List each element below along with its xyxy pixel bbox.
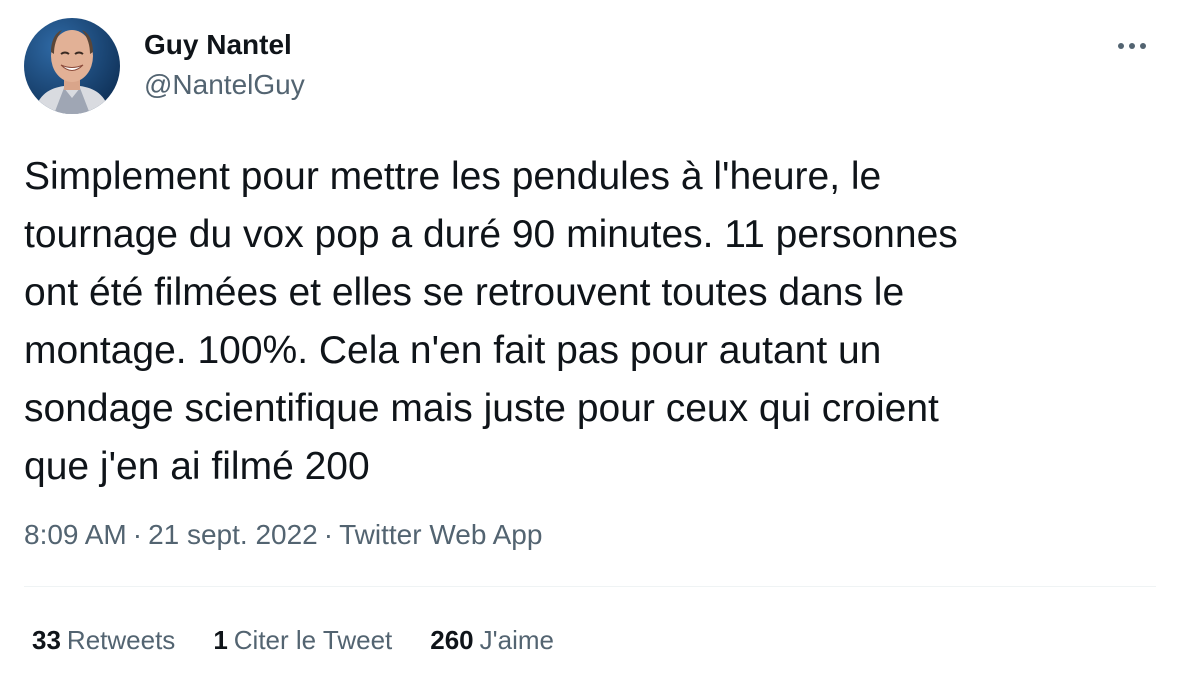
divider bbox=[24, 586, 1156, 587]
more-horizontal-icon bbox=[1118, 43, 1146, 49]
likes-stat[interactable]: 260 J'aime bbox=[430, 622, 554, 658]
separator-dot: · bbox=[323, 519, 334, 550]
author-display-name[interactable]: Guy Nantel bbox=[144, 28, 292, 62]
tweet-text: Simplement pour mettre les pendules à l'… bbox=[24, 155, 958, 488]
tweet-stats: 33 Retweets 1 Citer le Tweet 260 J'aime bbox=[32, 622, 592, 658]
tweet-card: Guy Nantel @NantelGuy Simplement pour me… bbox=[0, 0, 1182, 682]
likes-label: J'aime bbox=[479, 625, 554, 655]
author-avatar[interactable] bbox=[24, 18, 120, 114]
retweets-count: 33 bbox=[32, 625, 61, 655]
quotes-count: 1 bbox=[213, 625, 228, 655]
author-handle[interactable]: @NantelGuy bbox=[144, 68, 305, 102]
quotes-label: Citer le Tweet bbox=[233, 625, 393, 655]
retweets-stat[interactable]: 33 Retweets bbox=[32, 622, 175, 658]
tweet-source[interactable]: Twitter Web App bbox=[339, 519, 542, 550]
retweets-label: Retweets bbox=[66, 625, 176, 655]
likes-count: 260 bbox=[430, 625, 474, 655]
tweet-date[interactable]: 21 sept. 2022 bbox=[148, 519, 318, 550]
tweet-time[interactable]: 8:09 AM bbox=[24, 519, 127, 550]
quotes-stat[interactable]: 1 Citer le Tweet bbox=[213, 622, 392, 658]
tweet-metadata: 8:09 AM · 21 sept. 2022 · Twitter Web App bbox=[24, 517, 542, 553]
more-options-button[interactable] bbox=[1112, 26, 1152, 66]
profile-photo-icon bbox=[24, 18, 120, 114]
separator-dot: · bbox=[132, 519, 143, 550]
